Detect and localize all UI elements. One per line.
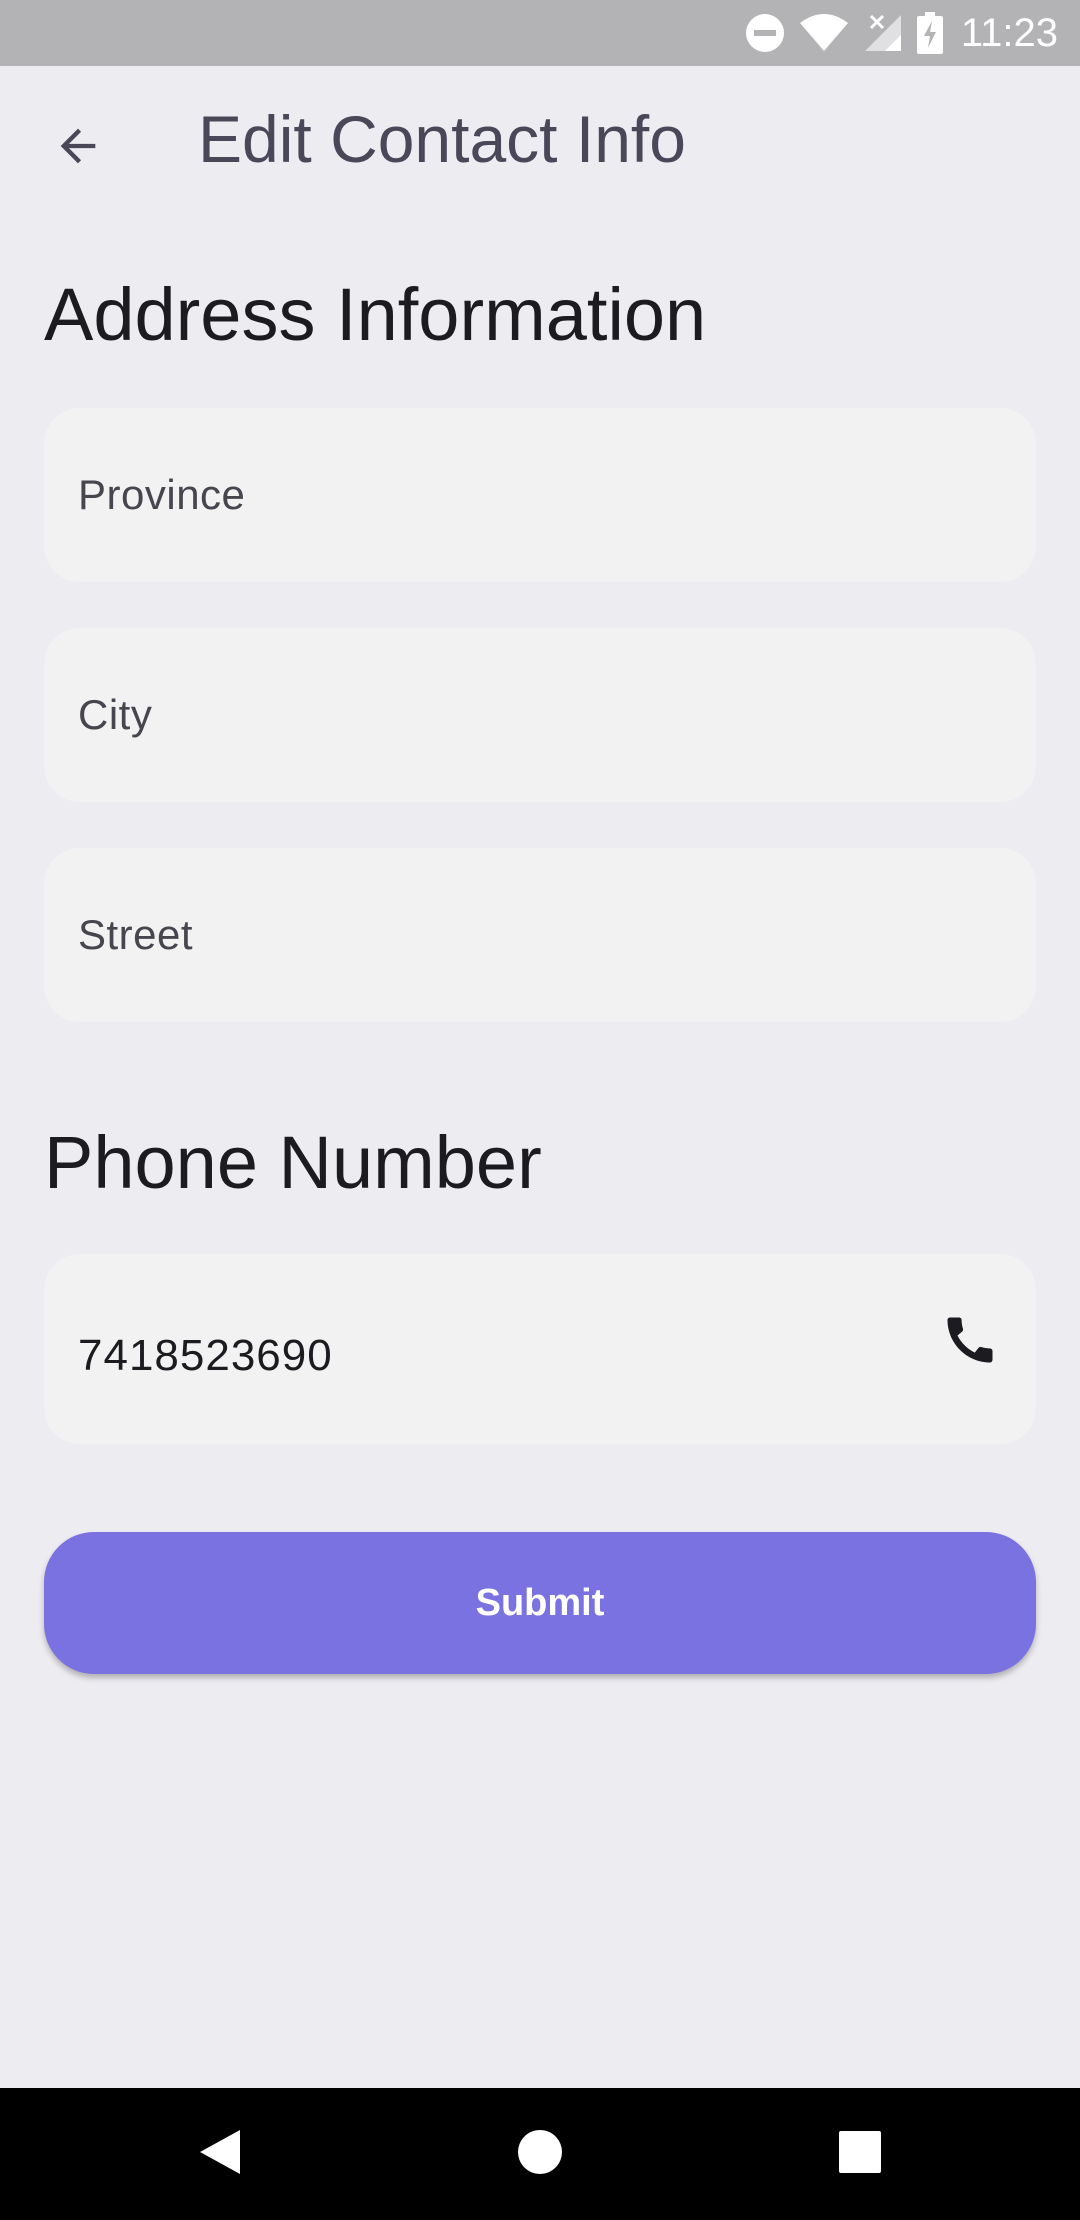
no-signal-icon [863,13,903,53]
city-field[interactable]: City [44,628,1036,802]
status-bar: 11:23 [0,0,1080,66]
status-icons: 11:23 [745,0,1058,66]
nav-home-button[interactable] [470,2088,610,2220]
submit-button[interactable]: Submit [44,1532,1036,1674]
street-label: Street [78,911,194,958]
recents-square-icon [839,2130,881,2178]
back-button[interactable] [36,106,120,190]
page-title: Edit Contact Info [198,102,686,176]
province-label: Province [78,471,246,518]
wifi-icon [799,13,849,53]
home-circle-icon [517,2129,563,2180]
phone-icon [940,1310,1000,1370]
back-triangle-icon [198,2128,242,2181]
phone-section-title: Phone Number [44,1121,542,1204]
app-bar: Edit Contact Info [0,66,1080,220]
phone-field[interactable]: 7418523690 [44,1254,1036,1444]
status-time: 11:23 [960,10,1058,55]
street-field[interactable]: Street [44,848,1036,1022]
city-label: City [78,691,153,738]
province-field[interactable]: Province [44,408,1036,582]
nav-recents-button[interactable] [790,2088,930,2220]
battery-charging-icon [916,12,943,54]
navigation-bar [0,2088,1080,2220]
do-not-disturb-icon [745,13,785,53]
arrow-back-icon [52,120,104,177]
phone-value: 7418523690 [78,1331,333,1380]
nav-back-button[interactable] [150,2088,290,2220]
address-section-title: Address Information [44,273,707,356]
